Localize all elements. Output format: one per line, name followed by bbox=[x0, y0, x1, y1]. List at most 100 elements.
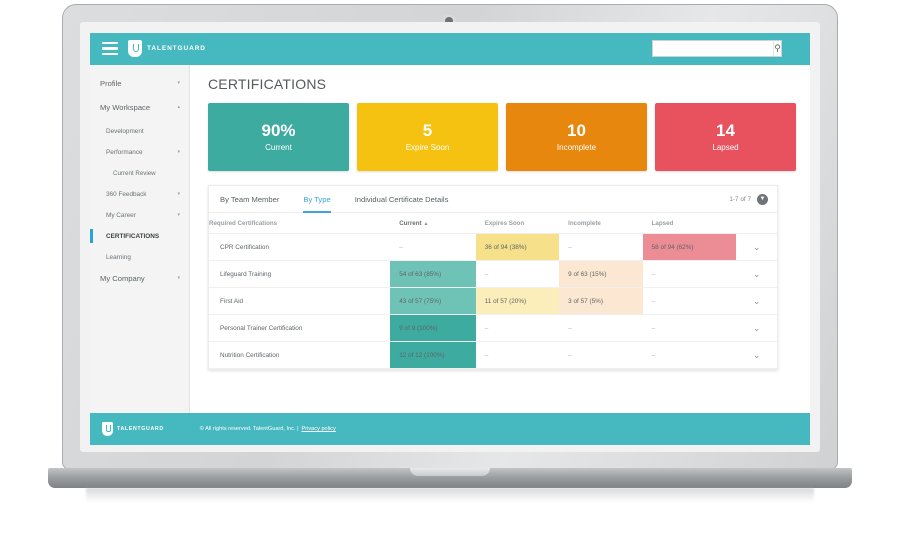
row-expand-button[interactable]: ⌄ bbox=[736, 287, 777, 315]
row-expand-button[interactable]: ⌄ bbox=[736, 314, 777, 342]
chevron-down-icon[interactable]: ▾ bbox=[177, 191, 180, 197]
table-row[interactable]: Personal Trainer Certification 9 of 9 (10… bbox=[209, 314, 777, 342]
privacy-policy-link[interactable]: Privacy policy bbox=[302, 426, 336, 432]
kpi-card-lapsed[interactable]: 14 Lapsed bbox=[655, 103, 796, 171]
kpi-card-current[interactable]: 90% Current bbox=[208, 103, 349, 171]
app-topbar: TALENTGUARD ⚲ bbox=[90, 33, 810, 65]
shield-icon bbox=[128, 40, 142, 57]
kpi-card-row: 90% Current 5 Expire Soon 10 Incomplete 14 Laps… bbox=[208, 103, 796, 171]
chevron-down-icon[interactable]: ▼ bbox=[757, 193, 768, 205]
kpi-value: 10 bbox=[567, 121, 586, 141]
main-content: CERTIFICATIONS 90% Current 5 Expire Soon 10 I… bbox=[190, 65, 810, 413]
cell-certification-name[interactable]: Nutrition Certification bbox=[209, 341, 391, 369]
table-header: Required Certifications Current ▲ Expires S… bbox=[209, 213, 777, 234]
kpi-value: 5 bbox=[422, 121, 433, 141]
tab-by-team-member[interactable]: By Team Member bbox=[220, 186, 279, 213]
sidebar-item-my-career[interactable]: My Career ▾ bbox=[90, 207, 189, 223]
column-header-expires-soon[interactable]: Expires Soon bbox=[475, 213, 560, 234]
sidebar-item-label: My Workspace bbox=[100, 102, 151, 112]
laptop-base-notch bbox=[410, 468, 490, 476]
empty-value-dash: – bbox=[651, 351, 656, 359]
cell-expires-soon: – bbox=[475, 341, 560, 369]
kpi-card-expire-soon[interactable]: 5 Expire Soon bbox=[357, 103, 498, 171]
cell-certification-name[interactable]: CPR Certification bbox=[209, 233, 391, 261]
empty-value-dash: – bbox=[651, 297, 656, 305]
page-title: CERTIFICATIONS bbox=[208, 76, 327, 92]
column-header-lapsed[interactable]: Lapsed bbox=[642, 213, 737, 234]
table-body: CPR Certification –36 of 94 (38%) –58 of 9… bbox=[209, 233, 777, 369]
chevron-down-icon[interactable]: ▾ bbox=[177, 80, 180, 86]
chevron-up-icon[interactable]: ▴ bbox=[177, 104, 180, 110]
footer-legal: © All rights reserved. TalentGuard, Inc.… bbox=[200, 426, 336, 432]
cell-certification-name[interactable]: First Aid bbox=[209, 287, 391, 315]
chevron-down-icon[interactable]: ▾ bbox=[177, 212, 180, 218]
sidebar-item-label: Profile bbox=[100, 78, 122, 88]
kpi-card-incomplete[interactable]: 10 Incomplete bbox=[506, 103, 647, 171]
column-header-label: Lapsed bbox=[651, 220, 674, 227]
chevron-down-icon[interactable]: ▾ bbox=[177, 275, 180, 281]
sidebar-item-profile[interactable]: Profile ▾ bbox=[90, 75, 189, 91]
tab-group: By Team Member By Type Individual Certific… bbox=[220, 186, 472, 213]
row-expand-button[interactable]: ⌄ bbox=[736, 260, 777, 288]
cell-current: 54 of 63 (85%) bbox=[390, 260, 476, 288]
tab-by-type[interactable]: By Type bbox=[303, 186, 330, 213]
empty-value-dash: – bbox=[651, 270, 656, 278]
sidebar-item-my-company[interactable]: My Company ▾ bbox=[90, 270, 189, 286]
cell-lapsed: – bbox=[642, 341, 737, 369]
tab-individual-certificate-details[interactable]: Individual Certificate Details bbox=[355, 186, 449, 213]
chevron-down-icon[interactable]: ⌄ bbox=[753, 242, 761, 252]
column-header-label: Current bbox=[399, 220, 422, 227]
empty-value-dash: – bbox=[568, 351, 572, 359]
hamburger-menu-icon[interactable] bbox=[102, 42, 118, 55]
kpi-label: Current bbox=[265, 142, 292, 152]
table-row[interactable]: Nutrition Certification 12 of 12 (100%) – –… bbox=[209, 341, 777, 369]
cell-current: 12 of 12 (100%) bbox=[390, 341, 476, 369]
cell-lapsed: – bbox=[642, 314, 737, 342]
chevron-down-icon[interactable]: ⌄ bbox=[753, 296, 761, 306]
sidebar-item-360-feedback[interactable]: 360 Feedback ▾ bbox=[90, 186, 189, 202]
kpi-label: Lapsed bbox=[712, 142, 739, 152]
sidebar-nav: Profile ▾ My Workspace ▴ Development Performa… bbox=[90, 65, 190, 413]
empty-value-dash: – bbox=[651, 324, 656, 332]
sidebar-item-certifications[interactable]: CERTIFICATIONS bbox=[90, 228, 189, 244]
table-row[interactable]: Lifeguard Training 54 of 63 (85%) –9 of 63… bbox=[209, 260, 777, 288]
chevron-down-icon[interactable]: ⌄ bbox=[753, 323, 761, 333]
table-header-row: Required Certifications Current ▲ Expires S… bbox=[209, 213, 777, 234]
laptop-shadow bbox=[86, 488, 814, 502]
row-expand-button[interactable]: ⌄ bbox=[736, 341, 777, 369]
column-header-current[interactable]: Current ▲ bbox=[390, 213, 476, 234]
cell-certification-name[interactable]: Lifeguard Training bbox=[209, 260, 391, 288]
chevron-down-icon[interactable]: ▾ bbox=[177, 149, 180, 155]
table-row[interactable]: CPR Certification –36 of 94 (38%) –58 of 9… bbox=[209, 233, 777, 261]
row-expand-button[interactable]: ⌄ bbox=[736, 233, 777, 261]
sidebar-item-label: Performance bbox=[106, 148, 143, 156]
search-icon[interactable]: ⚲ bbox=[773, 41, 781, 56]
sidebar-item-development[interactable]: Development bbox=[90, 123, 189, 139]
column-header-required-certifications[interactable]: Required Certifications bbox=[209, 213, 391, 234]
sidebar-item-current-review[interactable]: Current Review bbox=[90, 165, 189, 181]
tab-bar: By Team Member By Type Individual Certific… bbox=[209, 186, 777, 213]
chevron-down-icon[interactable]: ⌄ bbox=[753, 269, 761, 279]
global-search[interactable]: ⚲ bbox=[652, 40, 782, 57]
sidebar-item-label: Development bbox=[106, 127, 144, 135]
empty-value-dash: – bbox=[484, 324, 489, 332]
cell-expires-soon: 11 of 57 (20%) bbox=[475, 287, 560, 315]
sidebar-item-my-workspace[interactable]: My Workspace ▴ bbox=[90, 99, 189, 115]
search-input[interactable] bbox=[653, 41, 773, 56]
sort-ascending-icon[interactable]: ▲ bbox=[424, 221, 429, 227]
sidebar-item-learning[interactable]: Learning bbox=[90, 249, 189, 265]
cell-incomplete: – bbox=[559, 233, 643, 261]
cell-incomplete: – bbox=[559, 341, 643, 369]
kpi-label: Expire Soon bbox=[405, 142, 450, 152]
chevron-down-icon[interactable]: ⌄ bbox=[753, 350, 761, 360]
cell-incomplete: – bbox=[559, 314, 643, 342]
sidebar-item-performance[interactable]: Performance ▾ bbox=[90, 144, 189, 160]
table-row[interactable]: First Aid 43 of 57 (75%) 11 of 57 (20%) 3 o… bbox=[209, 287, 777, 315]
cell-certification-name[interactable]: Personal Trainer Certification bbox=[209, 314, 391, 342]
kpi-value: 90% bbox=[261, 121, 296, 141]
empty-value-dash: – bbox=[399, 243, 403, 251]
column-header-incomplete[interactable]: Incomplete bbox=[559, 213, 643, 234]
shield-icon bbox=[102, 422, 113, 436]
brand-lockup[interactable]: TALENTGUARD bbox=[128, 40, 206, 57]
column-header-label: Expires Soon bbox=[484, 220, 525, 227]
